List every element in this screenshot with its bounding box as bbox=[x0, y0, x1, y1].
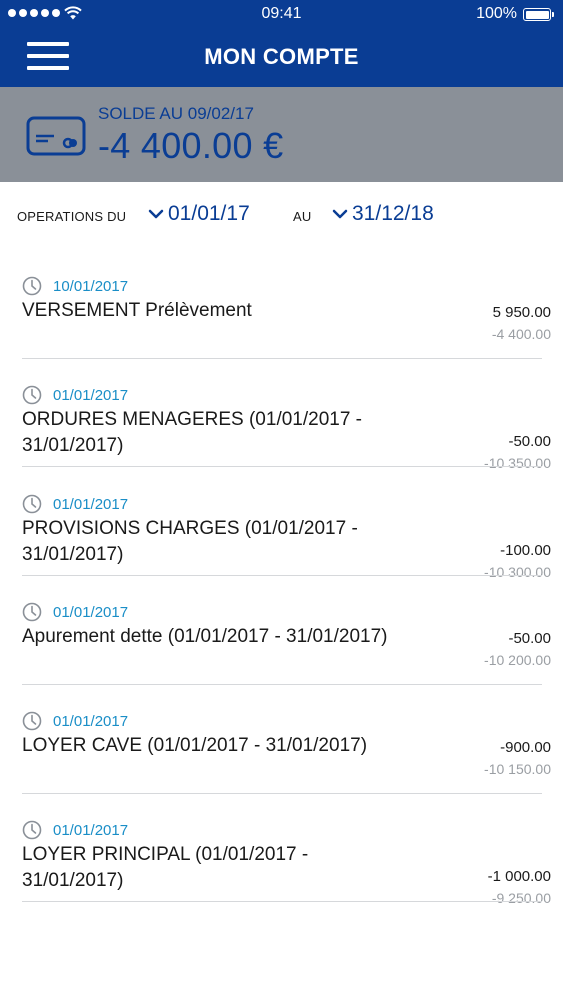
date-filter: OPERATIONS DU 01/01/17 AU 31/12/18 bbox=[0, 196, 563, 236]
balance-date-label: SOLDE AU 09/02/17 bbox=[98, 104, 254, 123]
operation-running-balance: -9 250.00 bbox=[491, 890, 551, 906]
clock-icon bbox=[22, 820, 42, 840]
list-item[interactable]: 01/01/2017 PROVISIONS CHARGES (01/01/2017… bbox=[22, 494, 551, 580]
operation-date: 01/01/2017 bbox=[53, 713, 129, 730]
to-date-value: 31/12/18 bbox=[352, 202, 434, 225]
operation-amount: -50.00 bbox=[508, 630, 551, 647]
operation-date: 01/01/2017 bbox=[53, 387, 129, 404]
to-label: AU bbox=[293, 209, 312, 224]
operation-amount: -50.00 bbox=[508, 433, 551, 450]
top-bar: 09:41 100% MON COMPTE bbox=[0, 0, 563, 87]
list-item[interactable]: 01/01/2017 Apurement dette (01/01/2017 - … bbox=[22, 602, 551, 682]
operation-amount: 5 950.00 bbox=[492, 304, 551, 321]
card-icon bbox=[26, 116, 86, 156]
page-title: MON COMPTE bbox=[204, 44, 359, 69]
list-item[interactable]: 01/01/2017 ORDURES MENAGERES (01/01/2017 … bbox=[22, 385, 551, 471]
operation-label-continued: 31/01/2017) bbox=[22, 435, 124, 456]
operation-date: 10/01/2017 bbox=[53, 278, 129, 295]
row-divider bbox=[22, 466, 542, 467]
chevron-down-icon bbox=[332, 209, 348, 219]
operation-label: LOYER CAVE (01/01/2017 - 31/01/2017) bbox=[22, 735, 368, 756]
operation-running-balance: -10 150.00 bbox=[484, 761, 551, 777]
battery-icon bbox=[523, 8, 554, 21]
row-divider bbox=[22, 684, 542, 685]
to-date-select[interactable]: 31/12/18 bbox=[332, 202, 434, 226]
row-divider bbox=[22, 358, 542, 359]
chevron-down-icon bbox=[148, 209, 164, 219]
operation-amount: -100.00 bbox=[500, 542, 551, 559]
operation-date: 01/01/2017 bbox=[53, 822, 129, 839]
clock-icon bbox=[22, 711, 42, 731]
list-item[interactable]: 10/01/2017 VERSEMENT Prélèvement 5 950.00 -… bbox=[22, 276, 551, 356]
operation-running-balance: -10 300.00 bbox=[484, 564, 551, 580]
operation-running-balance: -10 350.00 bbox=[484, 455, 551, 471]
balance-amount: -4 400.00 € bbox=[98, 125, 284, 166]
operation-label-continued: 31/01/2017) bbox=[22, 870, 124, 891]
operation-amount: -900.00 bbox=[500, 739, 551, 756]
from-date-select[interactable]: 01/01/17 bbox=[148, 202, 250, 226]
operation-label-continued: 31/01/2017) bbox=[22, 544, 124, 565]
operation-date: 01/01/2017 bbox=[53, 604, 129, 621]
row-divider bbox=[22, 901, 542, 902]
operation-running-balance: -4 400.00 bbox=[491, 326, 551, 342]
list-item[interactable]: 01/01/2017 LOYER PRINCIPAL (01/01/2017 - 3… bbox=[22, 820, 551, 906]
clock-icon bbox=[22, 602, 42, 622]
from-date-value: 01/01/17 bbox=[168, 202, 250, 225]
clock-icon bbox=[22, 494, 42, 514]
row-divider bbox=[22, 793, 542, 794]
operation-label: LOYER PRINCIPAL (01/01/2017 - bbox=[22, 844, 309, 865]
from-label: OPERATIONS DU bbox=[17, 209, 127, 224]
operation-label: PROVISIONS CHARGES (01/01/2017 - bbox=[22, 518, 358, 539]
clock-icon bbox=[22, 276, 42, 296]
operation-label: ORDURES MENAGERES (01/01/2017 - bbox=[22, 409, 363, 430]
clock-icon bbox=[22, 385, 42, 405]
row-divider bbox=[22, 575, 542, 576]
operation-running-balance: -10 200.00 bbox=[484, 652, 551, 668]
operation-amount: -1 000.00 bbox=[487, 868, 551, 885]
status-bar: 09:41 100% bbox=[0, 0, 563, 30]
operation-label: VERSEMENT Prélèvement bbox=[22, 300, 252, 321]
operation-label: Apurement dette (01/01/2017 - 31/01/2017… bbox=[22, 626, 388, 647]
operation-date: 01/01/2017 bbox=[53, 496, 129, 513]
battery-percentage: 100% bbox=[476, 5, 517, 22]
list-item[interactable]: 01/01/2017 LOYER CAVE (01/01/2017 - 31/01… bbox=[22, 711, 551, 791]
